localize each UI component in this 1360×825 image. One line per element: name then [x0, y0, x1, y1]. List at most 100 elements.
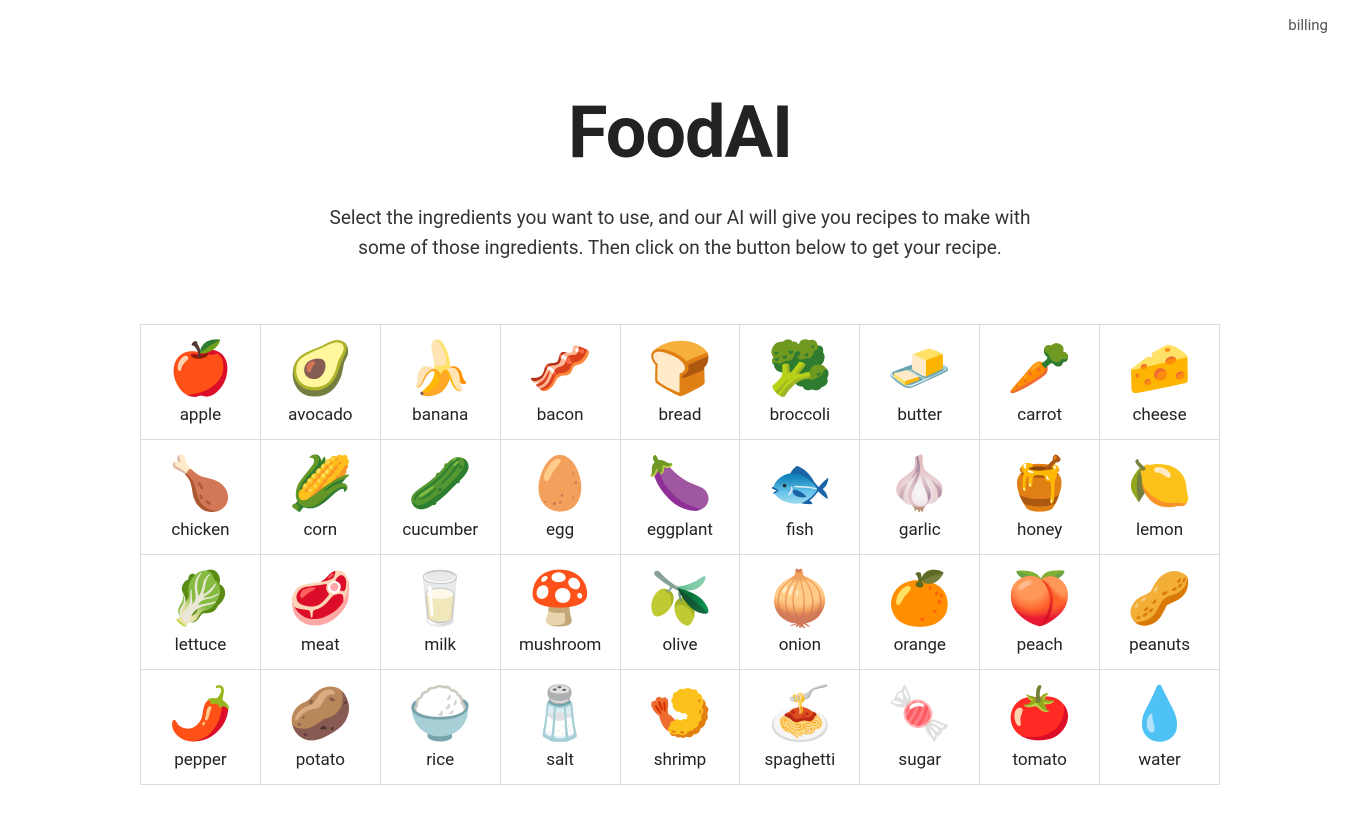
bacon-emoji: 🥓 [528, 343, 593, 395]
mushroom-emoji: 🍄 [528, 573, 593, 625]
tomato-emoji: 🍅 [1007, 688, 1072, 740]
hero-description: Select the ingredients you want to use, … [320, 203, 1040, 264]
ingredient-card-tomato[interactable]: 🍅 tomato [980, 670, 1100, 785]
ingredient-card-honey[interactable]: 🍯 honey [980, 440, 1100, 555]
ingredient-card-onion[interactable]: 🧅 onion [740, 555, 860, 670]
ingredient-card-rice[interactable]: 🍚 rice [381, 670, 501, 785]
potato-emoji: 🥔 [288, 688, 353, 740]
chicken-emoji: 🍗 [168, 458, 233, 510]
bacon-label: bacon [537, 405, 584, 425]
ingredient-card-fish[interactable]: 🐟fish [740, 440, 860, 555]
lemon-label: lemon [1136, 520, 1183, 540]
honey-emoji: 🍯 [1007, 458, 1072, 510]
carrot-label: carrot [1017, 405, 1062, 425]
ingredient-card-cheese[interactable]: 🧀 cheese [1100, 325, 1220, 440]
ingredient-card-butter[interactable]: 🧈 butter [860, 325, 980, 440]
egg-emoji: 🥚 [528, 458, 593, 510]
ingredient-card-water[interactable]: 💧water [1100, 670, 1220, 785]
lemon-emoji: 🍋 [1127, 458, 1192, 510]
ingredient-card-spaghetti[interactable]: 🍝 spaghetti [740, 670, 860, 785]
pepper-emoji: 🌶️ [168, 688, 233, 740]
banana-label: banana [412, 405, 468, 425]
cheese-emoji: 🧀 [1127, 343, 1192, 395]
apple-emoji: 🍎 [168, 343, 233, 395]
olive-label: olive [662, 635, 697, 655]
potato-label: potato [296, 750, 345, 770]
bread-label: bread [658, 405, 701, 425]
orange-emoji: 🍊 [887, 573, 952, 625]
ingredient-card-lettuce[interactable]: 🥬lettuce [141, 555, 261, 670]
ingredient-card-egg[interactable]: 🥚 egg [501, 440, 621, 555]
onion-label: onion [779, 635, 821, 655]
ingredient-card-salt[interactable]: 🧂 salt [501, 670, 621, 785]
broccoli-label: broccoli [770, 405, 831, 425]
salt-label: salt [546, 750, 574, 770]
ingredients-grid: 🍎 apple 🥑 avocado 🍌 banana 🥓 bacon 🍞 bread 🥦 brocco… [140, 324, 1220, 785]
avocado-label: avocado [288, 405, 352, 425]
ingredient-card-bread[interactable]: 🍞 bread [621, 325, 741, 440]
ingredient-card-peanuts[interactable]: 🥜peanuts [1100, 555, 1220, 670]
ingredient-card-broccoli[interactable]: 🥦 broccoli [740, 325, 860, 440]
apple-label: apple [180, 405, 222, 425]
pepper-label: pepper [174, 750, 226, 770]
honey-label: honey [1017, 520, 1062, 540]
cucumber-emoji: 🥒 [408, 458, 473, 510]
ingredient-card-cucumber[interactable]: 🥒 cucumber [381, 440, 501, 555]
ingredient-card-olive[interactable]: 🫒olive [621, 555, 741, 670]
butter-emoji: 🧈 [887, 343, 952, 395]
mushroom-label: mushroom [519, 635, 601, 655]
peach-label: peach [1017, 635, 1063, 655]
meat-emoji: 🥩 [288, 573, 353, 625]
ingredient-card-milk[interactable]: 🥛milk [381, 555, 501, 670]
ingredient-card-chicken[interactable]: 🍗 chicken [141, 440, 261, 555]
tomato-label: tomato [1012, 750, 1066, 770]
onion-emoji: 🧅 [768, 573, 833, 625]
ingredient-card-apple[interactable]: 🍎 apple [141, 325, 261, 440]
ingredient-card-lemon[interactable]: 🍋 lemon [1100, 440, 1220, 555]
ingredient-card-pepper[interactable]: 🌶️ pepper [141, 670, 261, 785]
corn-emoji: 🌽 [288, 458, 353, 510]
corn-label: corn [303, 520, 337, 540]
water-label: water [1138, 750, 1180, 770]
cheese-label: cheese [1133, 405, 1187, 425]
rice-label: rice [426, 750, 454, 770]
butter-label: butter [897, 405, 942, 425]
ingredient-card-carrot[interactable]: 🥕carrot [980, 325, 1100, 440]
shrimp-label: shrimp [654, 750, 707, 770]
bread-emoji: 🍞 [648, 343, 713, 395]
ingredient-card-meat[interactable]: 🥩 meat [261, 555, 381, 670]
avocado-emoji: 🥑 [288, 343, 353, 395]
ingredient-card-sugar[interactable]: 🍬sugar [860, 670, 980, 785]
ingredient-card-banana[interactable]: 🍌 banana [381, 325, 501, 440]
shrimp-emoji: 🍤 [648, 688, 713, 740]
spaghetti-label: spaghetti [765, 750, 836, 770]
peanuts-emoji: 🥜 [1127, 573, 1192, 625]
chicken-label: chicken [171, 520, 229, 540]
eggplant-emoji: 🍆 [648, 458, 713, 510]
sugar-emoji: 🍬 [887, 688, 952, 740]
broccoli-emoji: 🥦 [768, 343, 833, 395]
ingredient-card-garlic[interactable]: 🧄garlic [860, 440, 980, 555]
orange-label: orange [894, 635, 946, 655]
ingredient-card-avocado[interactable]: 🥑 avocado [261, 325, 381, 440]
ingredient-card-peach[interactable]: 🍑 peach [980, 555, 1100, 670]
cucumber-label: cucumber [402, 520, 478, 540]
ingredient-card-shrimp[interactable]: 🍤 shrimp [621, 670, 741, 785]
peach-emoji: 🍑 [1007, 573, 1072, 625]
ingredient-card-eggplant[interactable]: 🍆eggplant [621, 440, 741, 555]
ingredient-card-corn[interactable]: 🌽 corn [261, 440, 381, 555]
meat-label: meat [301, 635, 340, 655]
billing-link[interactable]: billing [1288, 16, 1328, 34]
ingredient-card-bacon[interactable]: 🥓 bacon [501, 325, 621, 440]
salt-emoji: 🧂 [528, 688, 593, 740]
milk-label: milk [424, 635, 456, 655]
egg-label: egg [546, 520, 574, 540]
fish-label: fish [786, 520, 814, 540]
lettuce-label: lettuce [175, 635, 227, 655]
banana-emoji: 🍌 [408, 343, 473, 395]
rice-emoji: 🍚 [408, 688, 473, 740]
ingredient-card-potato[interactable]: 🥔 potato [261, 670, 381, 785]
ingredient-card-mushroom[interactable]: 🍄 mushroom [501, 555, 621, 670]
ingredient-card-orange[interactable]: 🍊 orange [860, 555, 980, 670]
spaghetti-emoji: 🍝 [768, 688, 833, 740]
